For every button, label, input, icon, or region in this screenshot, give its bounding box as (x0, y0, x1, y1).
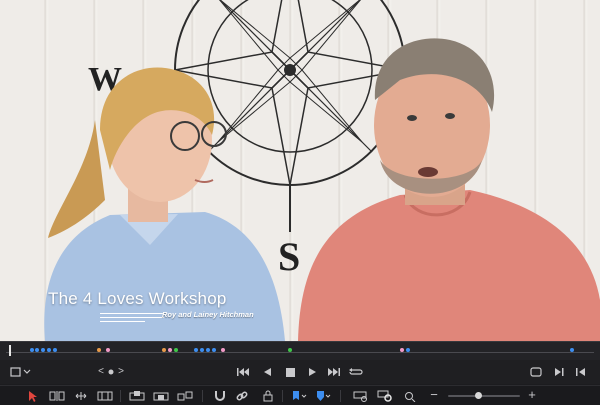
step-back-icon[interactable] (260, 365, 274, 379)
video-viewer[interactable]: W S The 4 Loves Workshop Roy and Lainey … (0, 0, 600, 341)
previous-frame-icon[interactable] (552, 365, 566, 379)
snapping-icon[interactable] (212, 389, 228, 403)
marker-icon[interactable] (314, 389, 332, 403)
loop-icon[interactable] (348, 365, 364, 379)
timeline-marker[interactable] (29, 348, 34, 352)
zoom-detail-icon[interactable] (376, 389, 394, 403)
zoom-slider[interactable] (448, 392, 520, 399)
play-icon[interactable] (305, 365, 319, 379)
timeline-marker[interactable] (405, 348, 410, 352)
stop-icon[interactable] (283, 365, 297, 379)
next-frame-icon[interactable] (574, 365, 588, 379)
timeline-marker[interactable] (161, 348, 166, 352)
skip-to-end-icon[interactable] (326, 365, 342, 379)
edit-toolbar: − + (0, 385, 600, 405)
timeline-marker[interactable] (53, 348, 58, 352)
transport-bar: < > (0, 360, 600, 384)
timeline-marker[interactable] (220, 348, 225, 352)
zoom-slider-knob[interactable] (474, 392, 482, 399)
nav-next-button[interactable]: > (116, 366, 126, 378)
timeline-marker[interactable] (211, 348, 216, 352)
skip-to-start-icon[interactable] (236, 365, 250, 379)
timeline-marker[interactable] (105, 348, 110, 352)
timeline-marker[interactable] (399, 348, 404, 352)
fullscreen-icon[interactable] (528, 365, 544, 379)
blade-icon[interactable] (96, 389, 114, 403)
wall-letter-s: S (278, 234, 300, 279)
transform-icon[interactable] (8, 366, 32, 378)
replace-icon[interactable] (176, 389, 194, 403)
zoom-custom-icon[interactable] (402, 389, 418, 403)
man-figure (298, 38, 600, 341)
timeline-marker[interactable] (173, 348, 178, 352)
timeline-strip[interactable] (0, 341, 600, 360)
zoom-in-button[interactable]: + (526, 388, 538, 402)
nav-dot-icon (107, 366, 115, 378)
playhead[interactable] (9, 345, 11, 356)
nav-prev-button[interactable]: < (96, 366, 106, 378)
subtitle-text: Roy and Lainey Hitchman (162, 310, 254, 319)
zoom-out-button[interactable]: − (428, 388, 440, 402)
title-overlay: The 4 Loves Workshop Roy and Lainey Hitc… (48, 289, 288, 322)
title-decorative-lines (100, 313, 164, 325)
dynamic-trim-icon[interactable] (72, 389, 90, 403)
flag-icon[interactable] (290, 389, 308, 403)
timeline-marker[interactable] (200, 348, 205, 352)
timeline-marker[interactable] (167, 348, 172, 352)
insert-icon[interactable] (128, 389, 146, 403)
timeline-ruler (6, 352, 594, 353)
linked-selection-icon[interactable] (234, 389, 250, 403)
overwrite-icon[interactable] (152, 389, 170, 403)
position-lock-icon[interactable] (260, 389, 276, 403)
selection-arrow-icon[interactable] (26, 389, 38, 403)
zoom-full-icon[interactable] (352, 389, 370, 403)
timeline-marker[interactable] (205, 348, 210, 352)
title-text: The 4 Loves Workshop (48, 289, 227, 308)
trim-icon[interactable] (48, 389, 66, 403)
